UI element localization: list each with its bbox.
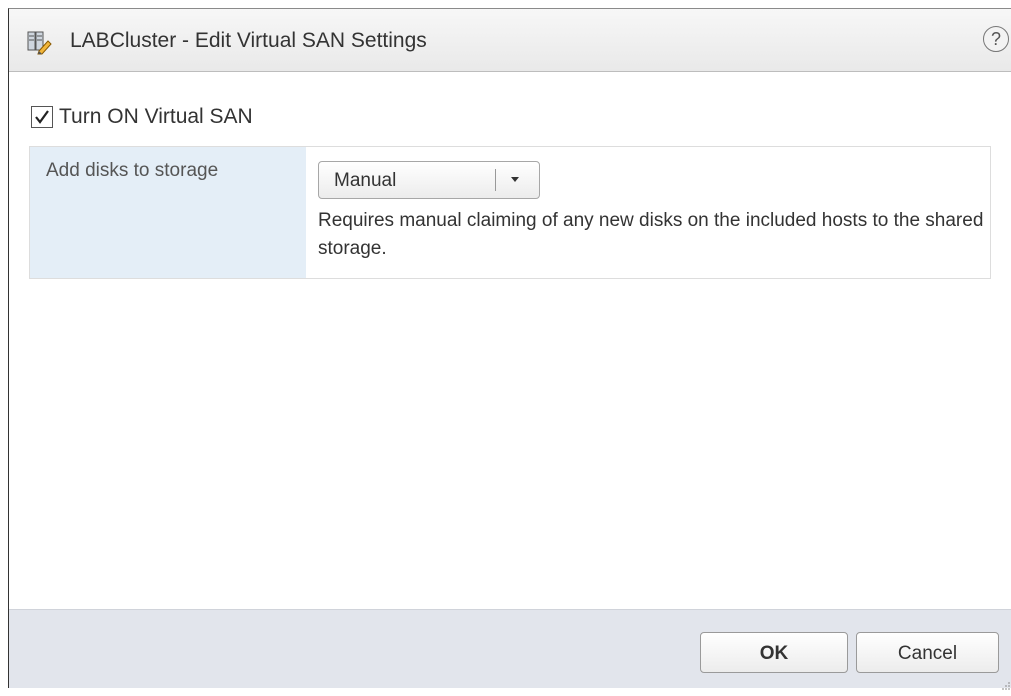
dropdown-divider — [495, 169, 496, 191]
cancel-button[interactable]: Cancel — [856, 632, 999, 673]
resize-grip-icon[interactable] — [1001, 678, 1011, 690]
turn-on-vsan-row: Turn ON Virtual SAN — [31, 104, 253, 130]
dialog-title: LABCluster - Edit Virtual SAN Settings — [70, 29, 427, 52]
checkmark-icon — [35, 110, 49, 124]
dialog-footer: OK Cancel — [9, 609, 1011, 690]
turn-on-vsan-checkbox[interactable] — [31, 106, 53, 128]
vsan-settings-panel: Add disks to storage Manual Requires man… — [29, 146, 991, 279]
cluster-edit-icon — [26, 29, 52, 55]
turn-on-vsan-label[interactable]: Turn ON Virtual SAN — [59, 105, 253, 129]
settings-label-cell: Add disks to storage — [30, 147, 306, 278]
dialog-titlebar: LABCluster - Edit Virtual SAN Settings ? — [9, 9, 1011, 72]
help-icon[interactable]: ? — [983, 26, 1009, 52]
dropdown-selected-value: Manual — [334, 170, 397, 191]
mode-description: Requires manual claiming of any new disk… — [318, 210, 984, 259]
ok-button[interactable]: OK — [700, 632, 848, 673]
add-disks-mode-dropdown[interactable]: Manual — [318, 161, 540, 199]
add-disks-label: Add disks to storage — [46, 160, 219, 181]
chevron-down-icon[interactable] — [508, 172, 522, 186]
edit-vsan-settings-dialog: LABCluster - Edit Virtual SAN Settings ?… — [8, 8, 1011, 690]
